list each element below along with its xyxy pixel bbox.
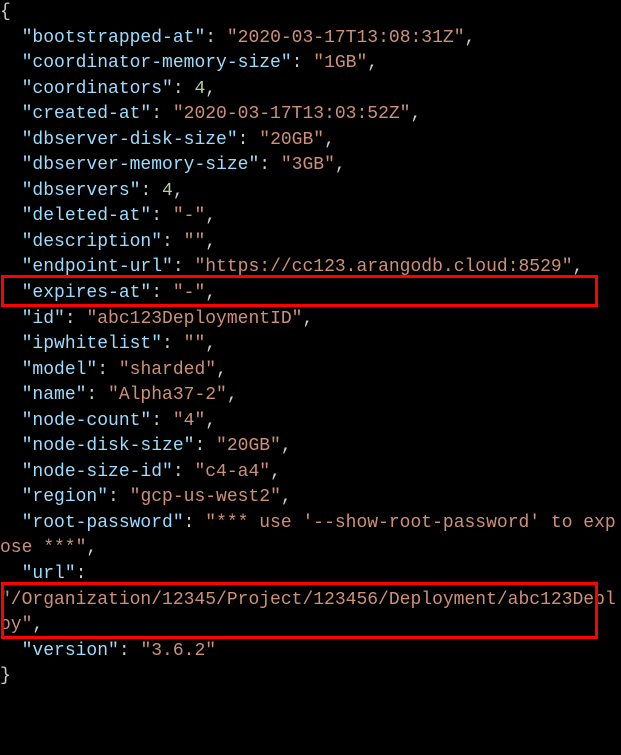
json-key: "description": [22, 232, 162, 252]
json-value: 4: [194, 79, 205, 99]
json-line: "coordinators": 4,: [0, 77, 621, 103]
json-line: "expires-at": "-",: [0, 281, 621, 307]
json-value: "20GB": [216, 436, 281, 456]
json-value: "20GB": [259, 130, 324, 150]
json-output: { "bootstrapped-at": "2020-03-17T13:08:3…: [0, 0, 621, 690]
json-value: "-": [173, 206, 205, 226]
json-key: "coordinator-memory-size": [22, 53, 292, 73]
json-key: "dbserver-memory-size": [22, 155, 260, 175]
json-value: "3GB": [281, 155, 335, 175]
json-value: "-": [173, 283, 205, 303]
json-value: "gcp-us-west2": [130, 487, 281, 507]
json-value: "3.6.2": [140, 641, 216, 661]
json-line: "version": "3.6.2": [0, 639, 621, 665]
json-key: "version": [22, 641, 119, 661]
json-line: }: [0, 664, 621, 690]
json-line: "name": "Alpha37-2",: [0, 383, 621, 409]
json-line: "url":: [0, 562, 621, 588]
json-key: "url": [22, 564, 76, 584]
json-value: 4: [162, 181, 173, 201]
json-line: "description": "",: [0, 230, 621, 256]
json-key: "model": [22, 360, 98, 380]
json-value: "": [184, 334, 206, 354]
json-key: "root-password": [22, 513, 184, 533]
json-line: "deleted-at": "-",: [0, 204, 621, 230]
brace: {: [0, 2, 11, 22]
json-line: "id": "abc123DeploymentID",: [0, 307, 621, 333]
json-key: "created-at": [22, 104, 152, 124]
json-line: "dbservers": 4,: [0, 179, 621, 205]
json-value: "4": [173, 411, 205, 431]
json-key: "node-size-id": [22, 462, 173, 482]
json-key: "dbservers": [22, 181, 141, 201]
json-key: "node-disk-size": [22, 436, 195, 456]
brace: }: [0, 666, 11, 686]
json-line: "root-password": "*** use '--show-root-p…: [0, 511, 621, 562]
json-line: "node-count": "4",: [0, 409, 621, 435]
json-value: "2020-03-17T13:08:31Z": [227, 28, 465, 48]
json-line: "created-at": "2020-03-17T13:03:52Z",: [0, 102, 621, 128]
json-line: "node-size-id": "c4-a4",: [0, 460, 621, 486]
json-value: "Alpha37-2": [108, 385, 227, 405]
json-key: "node-count": [22, 411, 152, 431]
json-value: "/Organization/12345/Project/123456/Depl…: [0, 590, 616, 636]
json-line: "coordinator-memory-size": "1GB",: [0, 51, 621, 77]
json-key: "ipwhitelist": [22, 334, 162, 354]
json-value: "2020-03-17T13:03:52Z": [173, 104, 411, 124]
json-line: "dbserver-disk-size": "20GB",: [0, 128, 621, 154]
json-line: "model": "sharded",: [0, 358, 621, 384]
json-line: "dbserver-memory-size": "3GB",: [0, 153, 621, 179]
json-value: "https://cc123.arangodb.cloud:8529": [194, 257, 572, 277]
json-key: "expires-at": [22, 283, 152, 303]
json-line: "region": "gcp-us-west2",: [0, 485, 621, 511]
json-key: "dbserver-disk-size": [22, 130, 238, 150]
json-line: "endpoint-url": "https://cc123.arangodb.…: [0, 255, 621, 281]
json-value: "1GB": [313, 53, 367, 73]
json-key: "name": [22, 385, 87, 405]
json-key: "region": [22, 487, 108, 507]
json-value: "sharded": [119, 360, 216, 380]
json-line: "node-disk-size": "20GB",: [0, 434, 621, 460]
json-value: "c4-a4": [194, 462, 270, 482]
json-key: "id": [22, 309, 65, 329]
json-line: "/Organization/12345/Project/123456/Depl…: [0, 588, 621, 639]
json-line: {: [0, 0, 621, 26]
json-value: "abc123DeploymentID": [86, 309, 302, 329]
json-line: "bootstrapped-at": "2020-03-17T13:08:31Z…: [0, 26, 621, 52]
json-key: "deleted-at": [22, 206, 152, 226]
json-value: "": [184, 232, 206, 252]
json-key: "endpoint-url": [22, 257, 173, 277]
json-key: "bootstrapped-at": [22, 28, 206, 48]
json-line: "ipwhitelist": "",: [0, 332, 621, 358]
json-key: "coordinators": [22, 79, 173, 99]
